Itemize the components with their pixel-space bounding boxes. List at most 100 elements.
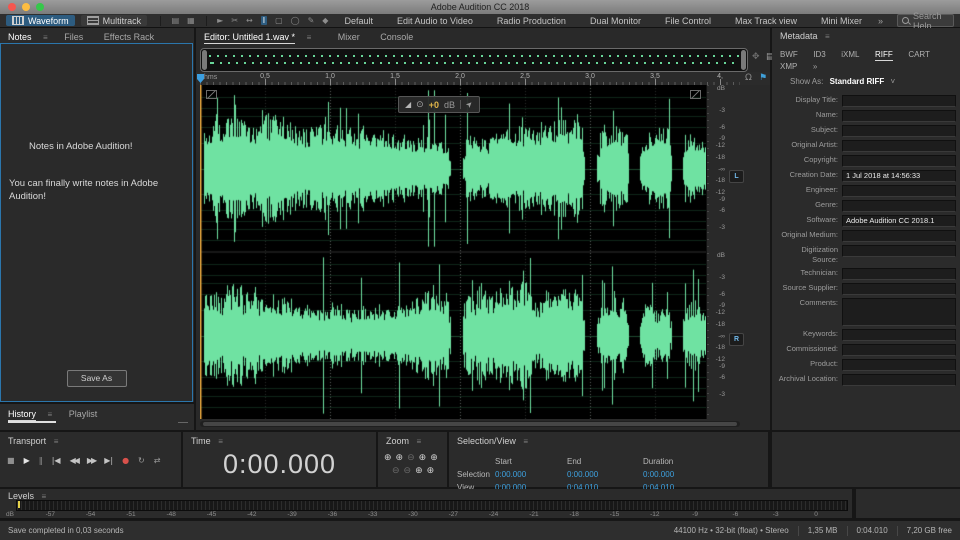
selection-end-value[interactable]: 0:00.000 <box>567 470 598 479</box>
field-input-original-medium[interactable] <box>842 230 956 242</box>
field-input-engineer[interactable] <box>842 185 956 197</box>
field-input-name[interactable] <box>842 110 956 122</box>
time-display[interactable]: 0:00.000 <box>183 449 376 480</box>
panel-menu-icon[interactable]: ≡ <box>523 437 528 446</box>
workspace-default[interactable]: Default <box>344 16 373 26</box>
workspace-file-control[interactable]: File Control <box>665 16 711 26</box>
workspace-max-track-view[interactable]: Max Track view <box>735 16 797 26</box>
zoom-in-horizontal-button[interactable]: ⊕ <box>396 453 404 463</box>
time-selection-tool-icon[interactable]: I <box>261 16 267 25</box>
field-input-software[interactable]: Adobe Audition CC 2018.1 <box>842 215 956 227</box>
slip-tool-icon[interactable]: ↔ <box>246 16 253 25</box>
right-channel-badge[interactable]: R <box>729 333 744 346</box>
save-as-button[interactable]: Save As <box>67 370 127 387</box>
pause-button[interactable]: ‖ <box>39 456 43 465</box>
loop-playback-button[interactable]: ↻ <box>138 456 145 465</box>
field-input-genre[interactable] <box>842 200 956 212</box>
pin-icon[interactable]: ⚑ <box>759 73 767 83</box>
volume-hud[interactable]: ◢ ⊙ +0 dB ➤ <box>398 96 480 113</box>
spectral-view-icon[interactable]: ▦ <box>187 16 195 25</box>
panel-menu-icon[interactable]: ≡ <box>43 33 48 42</box>
history-scrollbar[interactable] <box>178 422 188 423</box>
waveform-button[interactable]: Waveform <box>6 15 75 26</box>
field-input-keywords[interactable] <box>842 329 956 341</box>
skip-selection-button[interactable]: ⇄ <box>154 456 161 465</box>
overview-navigator[interactable] <box>200 48 748 72</box>
zoom-to-selection-button[interactable]: ⊕ <box>427 466 435 476</box>
gain-knob-icon[interactable]: ⊙ <box>416 100 424 110</box>
workspace-radio-production[interactable]: Radio Production <box>497 16 566 26</box>
field-input-product[interactable] <box>842 359 956 371</box>
zoom-reset-button[interactable]: ⊖ <box>404 466 412 476</box>
show-as-select[interactable]: Standard RIFF <box>830 77 885 86</box>
hud-pin-icon[interactable]: ➤ <box>464 99 475 110</box>
workspace-mini-mixer[interactable]: Mini Mixer <box>821 16 862 26</box>
tab-editor[interactable]: Editor: Untitled 1.wav * <box>204 30 295 44</box>
waveform-display[interactable] <box>200 85 706 419</box>
horizontal-scrollbar-thumb[interactable] <box>203 422 737 426</box>
level-meter[interactable] <box>16 500 848 511</box>
zoom-in-left-edge-button[interactable]: ⊕ <box>419 453 427 463</box>
tab-mixer[interactable]: Mixer <box>338 30 360 43</box>
field-input-digitization-source[interactable] <box>842 245 956 257</box>
channel-options-icon[interactable] <box>206 90 217 99</box>
tab-xmp[interactable]: XMP <box>780 62 797 72</box>
move-tool-icon[interactable]: ► <box>217 16 223 25</box>
tab-riff[interactable]: RIFF <box>875 50 893 61</box>
razor-tool-icon[interactable]: ✂ <box>231 16 238 25</box>
multitrack-button[interactable]: Multitrack <box>81 15 148 26</box>
spot-healing-tool-icon[interactable]: ◆ <box>322 16 328 25</box>
panel-menu-icon[interactable]: ≡ <box>54 437 59 446</box>
panel-menu-icon[interactable]: ≡ <box>417 437 422 446</box>
zoom-in-button[interactable]: ⊕ <box>384 453 392 463</box>
waveform-view-icon[interactable]: ▤ <box>172 16 180 25</box>
tab-history[interactable]: History <box>8 407 36 421</box>
tab-bwf[interactable]: BWF <box>780 50 798 60</box>
field-input-original-artist[interactable] <box>842 140 956 152</box>
tab-cart[interactable]: CART <box>908 50 930 60</box>
marquee-selection-tool-icon[interactable]: ▢ <box>275 16 283 25</box>
tab-console[interactable]: Console <box>380 30 413 43</box>
tab-files[interactable]: Files <box>64 30 83 43</box>
panel-menu-icon[interactable]: ≡ <box>825 32 830 41</box>
tab-ixml[interactable]: iXML <box>841 50 859 60</box>
field-input-comments[interactable] <box>842 298 956 326</box>
gain-value[interactable]: +0 <box>429 100 439 110</box>
tab-id3[interactable]: ID3 <box>813 50 825 60</box>
field-input-commissioned[interactable] <box>842 344 956 356</box>
zoom-selection-right-button[interactable]: ⊕ <box>415 466 423 476</box>
notes-editor[interactable]: Notes in Adobe Audition! You can finally… <box>0 43 193 402</box>
rewind-button[interactable]: ◀◀ <box>70 456 78 465</box>
horizontal-scrollbar[interactable] <box>200 421 740 427</box>
overview-right-handle[interactable] <box>741 50 746 70</box>
stop-button[interactable]: ■ <box>7 456 15 465</box>
record-button[interactable]: ● <box>122 456 129 465</box>
field-input-source-supplier[interactable] <box>842 283 956 295</box>
tab-playlist[interactable]: Playlist <box>69 407 98 420</box>
panel-menu-icon[interactable]: ≡ <box>48 410 53 419</box>
selection-start-value[interactable]: 0:00.000 <box>495 470 526 479</box>
field-input-subject[interactable] <box>842 125 956 137</box>
tab-effects-rack[interactable]: Effects Rack <box>104 30 154 43</box>
paintbrush-tool-icon[interactable]: ✎ <box>308 16 315 25</box>
search-help-box[interactable]: Search Help <box>897 14 954 27</box>
lasso-selection-tool-icon[interactable]: ◯ <box>291 16 300 25</box>
overview-left-handle[interactable] <box>202 50 207 70</box>
adjust-icon[interactable]: ✥ <box>752 52 760 62</box>
workspace-overflow-chevrons[interactable]: » <box>878 16 883 26</box>
play-button[interactable]: ▶ <box>24 456 30 465</box>
metadata-tabs-overflow-chevrons[interactable]: » <box>813 62 817 72</box>
field-input-creation-date[interactable]: 1 Jul 2018 at 14:56:33 <box>842 170 956 182</box>
selection-duration-value[interactable]: 0:00.000 <box>643 470 674 479</box>
panel-menu-icon[interactable]: ≡ <box>307 33 312 42</box>
fast-forward-button[interactable]: ▶▶ <box>87 456 95 465</box>
timeline-ruler[interactable]: hms 0,51,01,52,02,53,03,54, <box>196 72 770 85</box>
workspace-edit-audio-to-video[interactable]: Edit Audio to Video <box>397 16 473 26</box>
field-input-copyright[interactable] <box>842 155 956 167</box>
skip-to-start-button[interactable]: |◀ <box>52 456 61 465</box>
tab-notes[interactable]: Notes <box>8 30 32 44</box>
zoom-out-horizontal-button[interactable]: ⊖ <box>392 466 400 476</box>
workspace-dual-monitor[interactable]: Dual Monitor <box>590 16 641 26</box>
field-input-technician[interactable] <box>842 268 956 280</box>
field-input-display-title[interactable] <box>842 95 956 107</box>
